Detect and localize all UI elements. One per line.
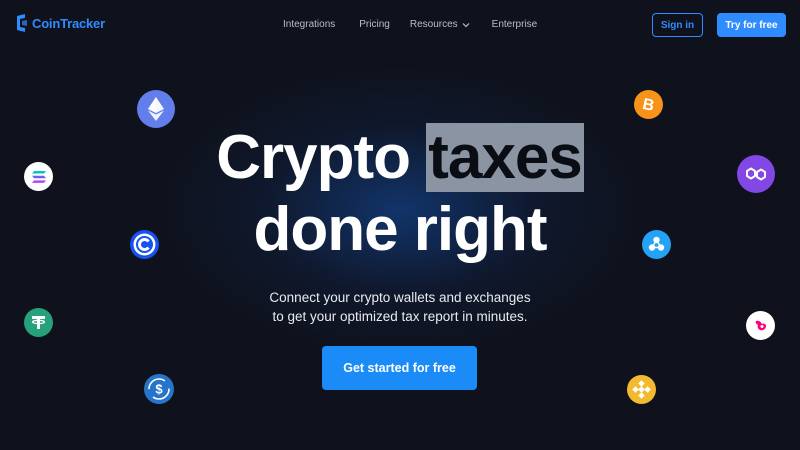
- polygon-icon: [737, 155, 775, 193]
- uniswap-icon: [746, 311, 775, 340]
- hero-subtitle-line: Connect your crypto wallets and exchange…: [269, 290, 531, 305]
- nav-item-integrations[interactable]: Integrations: [283, 19, 335, 30]
- try-for-free-button[interactable]: Try for free: [717, 13, 786, 37]
- bnb-icon: [627, 375, 656, 404]
- hero-title-line2: done right: [253, 195, 547, 264]
- nav-item-enterprise[interactable]: Enterprise: [492, 19, 538, 30]
- logo[interactable]: CoinTracker: [16, 14, 105, 32]
- hero-title-word: Crypto: [216, 123, 411, 192]
- nav-item-label: Pricing: [359, 19, 390, 30]
- sign-in-button[interactable]: Sign in: [652, 13, 703, 37]
- chevron-down-icon: [462, 22, 470, 27]
- get-started-button[interactable]: Get started for free: [322, 346, 477, 390]
- ethereum-icon: [137, 90, 175, 128]
- hero-subtitle-line: to get your optimized tax report in minu…: [272, 309, 528, 324]
- hero-subtitle: Connect your crypto wallets and exchange…: [0, 288, 800, 326]
- svg-text:$: $: [155, 382, 163, 397]
- nav-item-label: Enterprise: [491, 19, 538, 30]
- ripple-icon: [642, 230, 671, 259]
- main-nav: Integrations Pricing Resources Enterpris…: [283, 19, 537, 30]
- nav-item-resources[interactable]: Resources: [410, 19, 470, 30]
- cro-icon: [130, 230, 159, 259]
- bitcoin-icon: B: [634, 90, 663, 119]
- top-nav-bar: CoinTracker Integrations Pricing Resourc…: [0, 0, 800, 50]
- svg-text:B: B: [641, 96, 656, 115]
- hero-title-highlighted-word: taxes: [426, 123, 584, 192]
- cointracker-logo-icon: [17, 14, 27, 32]
- nav-item-label: Resources: [409, 19, 458, 30]
- usdc-icon: $: [144, 374, 174, 404]
- brand-name: CoinTracker: [32, 15, 105, 31]
- nav-item-pricing[interactable]: Pricing: [359, 19, 390, 30]
- solana-icon: [24, 162, 53, 191]
- nav-item-label: Integrations: [283, 19, 336, 30]
- tether-icon: [24, 308, 53, 337]
- hero-title: Crypto taxes done right: [0, 122, 800, 266]
